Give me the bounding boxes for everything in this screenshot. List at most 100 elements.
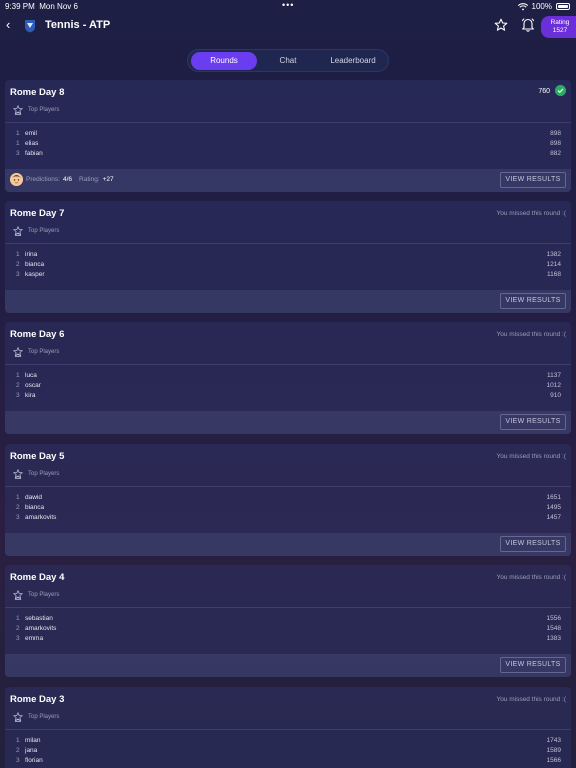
rating-change-value: +27 — [102, 176, 114, 183]
tab-chat[interactable]: Chat — [256, 52, 320, 70]
player-name: bianca — [25, 261, 45, 268]
round-status: You missed this round :( — [496, 210, 567, 217]
player-row: 3 fabian 882 — [5, 150, 571, 160]
notifications-bell-icon[interactable] — [521, 17, 535, 32]
rating-change-label: Rating: — [79, 176, 100, 183]
player-row: 2 oscar 1012 — [5, 382, 571, 392]
player-rank: 1 — [16, 372, 20, 379]
round-score: 760 — [538, 88, 550, 95]
favorite-star-icon[interactable] — [494, 18, 508, 32]
segmented-tabs: Rounds Chat Leaderboard — [187, 49, 389, 72]
player-points: 1566 — [546, 757, 561, 764]
atp-logo-icon — [25, 20, 35, 33]
player-points: 898 — [550, 140, 561, 147]
wifi-icon — [517, 2, 528, 10]
player-row: 1 sebastian 1556 — [5, 615, 571, 625]
player-name: kasper — [25, 271, 45, 278]
view-results-button[interactable]: VIEW RESULTS — [500, 657, 566, 673]
prediction-summary: Predictions: 4/6 Rating: +27 — [10, 173, 118, 186]
rating-label: Rating — [550, 19, 570, 26]
checkmark-icon — [555, 85, 566, 96]
round-title: Rome Day 3 — [10, 694, 65, 705]
round-card: Rome Day 4 You missed this round :( Top … — [5, 565, 571, 677]
player-rank: 1 — [16, 130, 20, 137]
player-rank: 1 — [16, 615, 20, 622]
player-rank: 2 — [16, 747, 20, 754]
player-row: 1 dawid 1651 — [5, 494, 571, 504]
player-rank: 3 — [16, 757, 20, 764]
player-row: 3 kira 910 — [5, 392, 571, 402]
player-row: 3 kasper 1168 — [5, 271, 571, 281]
player-points: 1012 — [546, 382, 561, 389]
round-card: Rome Day 6 You missed this round :( Top … — [5, 322, 571, 434]
divider — [5, 122, 571, 123]
multitasking-dots[interactable]: ••• — [282, 0, 294, 10]
predictions-value: 4/6 — [62, 176, 73, 183]
player-points: 1137 — [547, 372, 561, 379]
player-points: 1214 — [546, 261, 561, 268]
section-label-text: Top Players — [28, 107, 60, 113]
status-date: Mon Nov 6 — [39, 2, 78, 11]
player-points: 1651 — [546, 494, 561, 501]
section-label-text: Top Players — [28, 471, 60, 477]
player-name: jana — [25, 747, 38, 754]
player-name: sebastian — [25, 615, 53, 622]
card-footer: VIEW RESULTS — [5, 654, 571, 677]
player-name: emil — [25, 130, 37, 137]
divider — [5, 243, 571, 244]
round-card: Rome Day 7 You missed this round :( Top … — [5, 201, 571, 313]
round-title: Rome Day 7 — [10, 208, 65, 219]
player-name: dawid — [25, 494, 42, 501]
section-label: Top Players — [13, 469, 59, 479]
back-button[interactable]: ‹ — [6, 18, 18, 32]
player-name: elias — [25, 140, 39, 147]
player-points: 1743 — [546, 737, 561, 744]
player-name: amarkovits — [25, 514, 57, 521]
round-status: You missed this round :( — [496, 453, 567, 460]
section-label-text: Top Players — [28, 714, 60, 720]
tab-leaderboard[interactable]: Leaderboard — [320, 52, 386, 70]
top-players-list: 1 luca 1137 2 oscar 1012 3 kira 910 — [5, 372, 571, 402]
view-results-button[interactable]: VIEW RESULTS — [500, 293, 566, 309]
player-rank: 2 — [16, 261, 20, 268]
player-points: 1457 — [546, 514, 561, 521]
player-points: 1556 — [546, 615, 561, 622]
status-time: 9:39 PM Mon Nov 6 — [5, 2, 78, 11]
card-footer: Predictions: 4/6 Rating: +27 VIEW RESULT… — [5, 169, 571, 192]
trophy-icon — [13, 226, 23, 236]
player-points: 882 — [550, 150, 561, 157]
trophy-icon — [13, 347, 23, 357]
tab-rounds[interactable]: Rounds — [191, 52, 257, 70]
player-row: 2 jana 1589 — [5, 747, 571, 757]
section-label: Top Players — [13, 712, 59, 722]
top-players-list: 1 sebastian 1556 2 amarkovits 1548 3 emm… — [5, 615, 571, 645]
player-row: 2 bianca 1214 — [5, 261, 571, 271]
nav-bar: ‹ Tennis - ATP Rating 1527 — [0, 12, 576, 40]
player-row: 3 emma 1383 — [5, 635, 571, 645]
round-status: You missed this round :( — [496, 574, 567, 581]
round-title: Rome Day 6 — [10, 329, 65, 340]
view-results-button[interactable]: VIEW RESULTS — [500, 172, 566, 188]
player-row: 1 emil 898 — [5, 130, 571, 140]
section-label-text: Top Players — [28, 349, 60, 355]
player-name: kira — [25, 392, 36, 399]
round-title: Rome Day 8 — [10, 87, 65, 98]
round-status: You missed this round :( — [496, 331, 567, 338]
predictions-label: Predictions: — [26, 176, 60, 183]
view-results-button[interactable]: VIEW RESULTS — [500, 414, 566, 430]
player-row: 1 luca 1137 — [5, 372, 571, 382]
round-card: Rome Day 5 You missed this round :( Top … — [5, 444, 571, 556]
view-results-button[interactable]: VIEW RESULTS — [500, 536, 566, 552]
player-name: emma — [25, 635, 44, 642]
player-points: 1548 — [546, 625, 561, 632]
status-clock: 9:39 PM — [5, 2, 35, 11]
player-rank: 2 — [16, 625, 20, 632]
divider — [5, 486, 571, 487]
player-rank: 2 — [16, 504, 20, 511]
player-points: 1383 — [546, 635, 561, 642]
player-name: amarkovits — [25, 625, 57, 632]
card-footer: VIEW RESULTS — [5, 533, 571, 556]
player-rank: 3 — [16, 635, 20, 642]
user-rating-badge[interactable]: Rating 1527 — [541, 16, 576, 38]
divider — [5, 607, 571, 608]
